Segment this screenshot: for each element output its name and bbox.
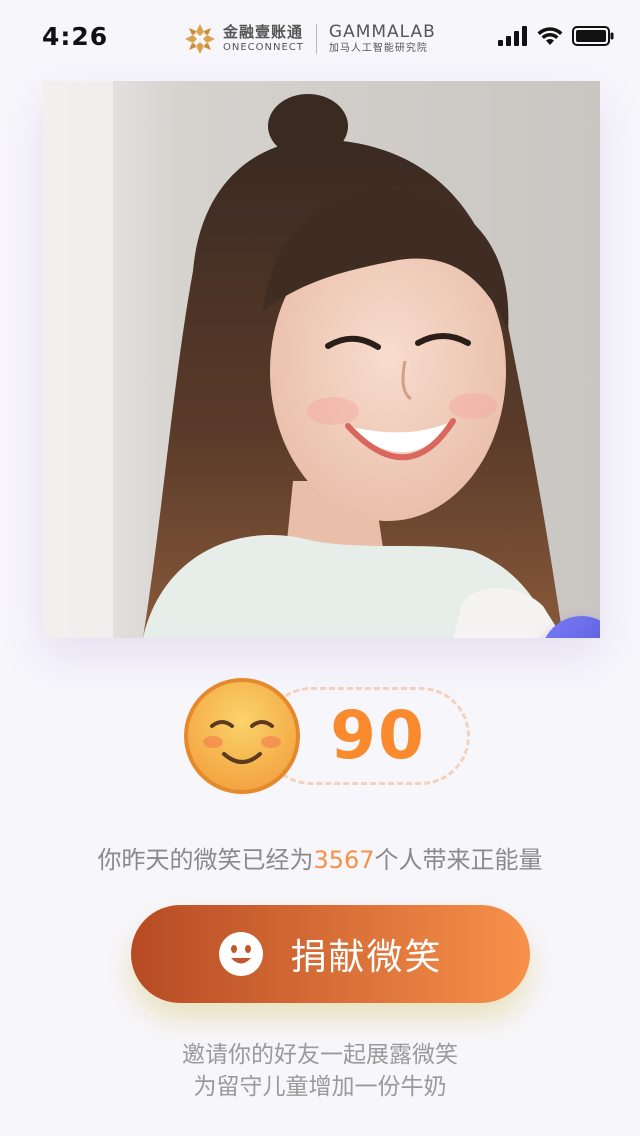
gammalab-english-name: GAMMALAB bbox=[328, 22, 436, 42]
brand-divider bbox=[315, 24, 317, 54]
invite-line-1: 邀请你的好友一起展露微笑 bbox=[182, 1042, 458, 1068]
impact-message: 你昨天的微笑已经为3567个人带来正能量 bbox=[0, 840, 640, 875]
invite-footer: 邀请你的好友一起展露微笑 为留守儿童增加一份牛奶 bbox=[0, 1039, 640, 1103]
wifi-icon bbox=[537, 27, 563, 45]
oneconnect-english-name: ONECONNECT bbox=[223, 42, 304, 53]
oneconnect-logo-icon bbox=[185, 24, 215, 54]
portrait-photo bbox=[43, 81, 600, 638]
smile-photo: 分析 bbox=[43, 81, 600, 638]
gammalab-chinese-name: 加马人工智能研究院 bbox=[328, 43, 428, 54]
invite-line-2: 为留守儿童增加一份牛奶 bbox=[193, 1074, 447, 1100]
impact-message-suffix: 个人带来正能量 bbox=[374, 846, 543, 874]
status-icons bbox=[498, 26, 614, 46]
smile-donation-screen: 4:26 金融壹账通 ONECONNECT GAMMALAB 加马人工智能研究院… bbox=[0, 0, 640, 1136]
oneconnect-wordmark: 金融壹账通 ONECONNECT bbox=[223, 25, 304, 53]
impact-message-prefix: 你昨天的微笑已经为 bbox=[97, 846, 314, 874]
status-time: 4:26 bbox=[42, 22, 109, 51]
impact-count: 3567 bbox=[313, 846, 375, 874]
signal-icon bbox=[498, 26, 527, 46]
donate-smile-label: 捐献微笑 bbox=[290, 937, 443, 978]
gammalab-wordmark: GAMMALAB 加马人工智能研究院 bbox=[329, 24, 436, 54]
donate-smile-button[interactable]: 捐献微笑 bbox=[131, 905, 530, 1003]
oneconnect-chinese-name: 金融壹账通 bbox=[223, 23, 304, 41]
battery-icon bbox=[572, 26, 614, 46]
brand-header: 金融壹账通 ONECONNECT GAMMALAB 加马人工智能研究院 bbox=[183, 22, 436, 56]
smile-icon bbox=[219, 932, 264, 976]
smiley-face-icon bbox=[184, 678, 300, 794]
status-bar: 4:26 金融壹账通 ONECONNECT GAMMALAB 加马人工智能研究院 bbox=[0, 0, 640, 76]
smile-score: 90 bbox=[330, 696, 426, 774]
